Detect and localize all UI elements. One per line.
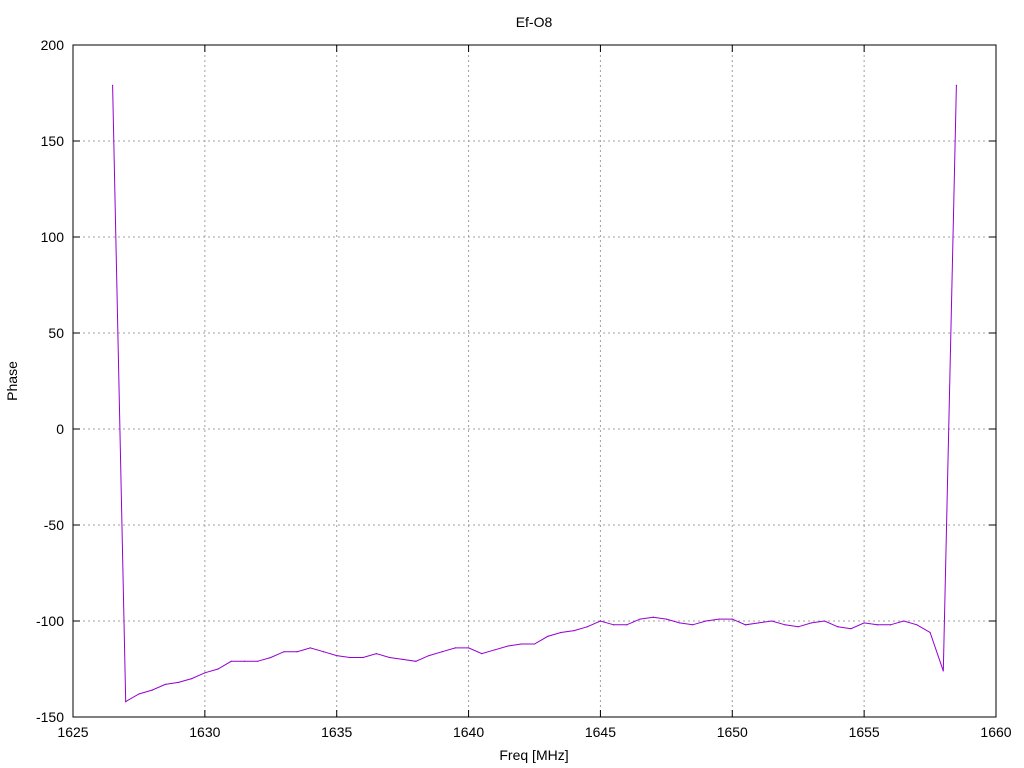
data-point: [243, 660, 246, 662]
data-point: [639, 618, 641, 620]
data-point: [402, 658, 404, 661]
data-point: [309, 647, 311, 649]
data-point: [322, 651, 325, 653]
data-point: [929, 631, 931, 634]
y-tick-label: 100: [41, 229, 65, 245]
data-point: [111, 84, 114, 86]
x-tick-label: 1630: [189, 724, 220, 740]
data-point: [191, 678, 193, 680]
data-point: [705, 620, 707, 622]
y-tick-label: -150: [36, 709, 64, 725]
data-point: [283, 651, 285, 653]
data-point: [204, 672, 206, 674]
y-tick-label: 50: [48, 325, 64, 341]
data-point: [784, 624, 786, 626]
data-point: [718, 618, 720, 620]
data-point: [863, 622, 865, 624]
data-point: [823, 620, 826, 622]
y-tick-label: 150: [41, 133, 65, 149]
data-point: [744, 624, 747, 626]
data-point: [731, 618, 733, 620]
x-tick-label: 1625: [57, 724, 88, 740]
data-point: [692, 624, 694, 626]
data-point: [388, 656, 391, 659]
data-point: [520, 643, 522, 645]
data-point: [942, 670, 944, 672]
data-point: [758, 622, 760, 624]
x-tick-label: 1650: [717, 724, 748, 740]
data-point: [270, 656, 272, 659]
data-point: [375, 653, 377, 655]
data-point: [138, 693, 140, 695]
data-point: [652, 616, 654, 618]
data-point: [916, 624, 918, 626]
data-point: [955, 84, 958, 86]
axis-ticks: 1625 1630 1635 1640 1645 1650 1655 1660 -150 -100…: [36, 37, 1012, 740]
data-point: [230, 660, 232, 662]
data-point: [217, 668, 219, 670]
data-point: [903, 620, 905, 622]
data-point: [428, 654, 430, 657]
y-tick-label: 0: [56, 421, 64, 437]
data-point: [797, 626, 799, 628]
x-tick-label: 1640: [453, 724, 484, 740]
data-point: [481, 653, 483, 655]
grid: [73, 45, 996, 717]
x-tick-label: 1635: [321, 724, 352, 740]
x-tick-label: 1660: [980, 724, 1011, 740]
data-point: [441, 651, 443, 653]
data-point: [415, 660, 417, 662]
y-tick-label: -100: [36, 613, 64, 629]
data-point: [547, 635, 549, 637]
data-point: [810, 622, 813, 624]
chart-title: Ef-O8: [516, 14, 553, 30]
data-point: [257, 660, 259, 662]
data-point: [573, 630, 575, 632]
data-point: [837, 626, 839, 628]
series-layer: [111, 84, 958, 703]
data-point: [626, 624, 628, 626]
data-point: [494, 649, 496, 651]
data-point: [771, 620, 773, 622]
data-point: [850, 628, 852, 630]
data-point: [586, 626, 588, 628]
data-point: [177, 681, 180, 684]
data-point: [665, 618, 667, 620]
y-axis-label: Phase: [4, 361, 20, 401]
y-tick-label: 200: [41, 37, 65, 53]
series-line: [112, 85, 957, 703]
data-point: [560, 631, 562, 634]
x-tick-label: 1645: [585, 724, 616, 740]
data-point: [876, 624, 878, 626]
data-point: [454, 647, 456, 649]
phase-chart: Ef-O8 1625 1630 1635 1640 1645 1650 1655 1660 -1…: [4, 14, 1012, 763]
data-point: [889, 624, 892, 626]
data-point: [296, 651, 298, 653]
data-point: [533, 643, 536, 645]
plot-frame: [72, 44, 997, 718]
data-point: [678, 622, 681, 624]
x-tick-label: 1655: [849, 724, 880, 740]
data-point: [151, 689, 153, 691]
data-point: [507, 645, 509, 647]
data-point: [164, 683, 166, 685]
x-axis-label: Freq [MHz]: [499, 747, 568, 763]
data-point: [336, 654, 338, 657]
data-point: [599, 620, 602, 622]
data-point: [349, 656, 351, 659]
data-point: [125, 701, 127, 703]
data-point: [613, 624, 615, 626]
data-point: [362, 656, 364, 659]
y-tick-label: -50: [44, 517, 64, 533]
data-point: [467, 647, 470, 649]
